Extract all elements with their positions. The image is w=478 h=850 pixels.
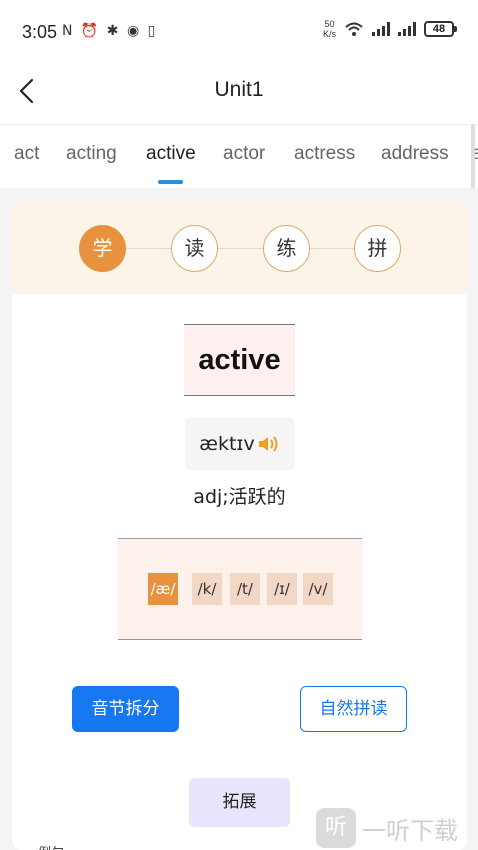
tab-acting[interactable]: acting: [66, 143, 117, 165]
tab-act[interactable]: act: [14, 143, 39, 165]
step-practice[interactable]: 练: [263, 225, 310, 272]
active-tab-indicator: [158, 180, 183, 184]
network-speed: 50 K/s: [323, 19, 336, 39]
phonetic-text: æktɪv: [199, 433, 255, 455]
example-section-peek: 例句: [38, 842, 64, 850]
signal-strength-icon-2: [398, 22, 416, 36]
learning-steps: 学 读 练 拼: [12, 202, 467, 294]
tab-actress[interactable]: actress: [294, 143, 355, 165]
step-learn[interactable]: 学: [79, 225, 126, 272]
tab-address[interactable]: address: [381, 143, 449, 165]
phoneme-chip[interactable]: /ɪ/: [267, 573, 297, 605]
page-title: Unit1: [214, 78, 264, 101]
signal-strength-icon: [372, 22, 390, 36]
step-connector: [126, 248, 176, 249]
watermark-logo: 听: [316, 808, 356, 848]
word-display: active: [184, 324, 295, 396]
battery-icon: 48: [424, 21, 457, 37]
step-spell[interactable]: 拼: [354, 225, 401, 272]
status-time: 3:05: [22, 22, 58, 42]
step-connector: [218, 248, 268, 249]
phoneme-chip[interactable]: /æ/: [148, 573, 178, 605]
speaker-icon: [258, 436, 278, 452]
phoneme-chip[interactable]: /t/: [230, 573, 260, 605]
header: Unit1: [0, 64, 478, 120]
syllable-split-button[interactable]: 音节拆分: [72, 686, 179, 732]
phoneme-chip[interactable]: /v/: [303, 573, 333, 605]
phoneme-breakdown: /æ/ /k/ /t/ /ɪ/ /v/: [118, 538, 362, 640]
step-connector: [309, 248, 359, 249]
natural-phonics-button[interactable]: 自然拼读: [300, 686, 407, 732]
status-right-group: 50 K/s 48: [323, 19, 457, 39]
tabs-scrollbar[interactable]: [471, 124, 475, 188]
phoneme-chip[interactable]: /k/: [192, 573, 222, 605]
watermark-text: 一听下载: [362, 816, 458, 845]
status-indicator-icons: N ⏰ ✱ ◉ ▯: [62, 23, 158, 39]
status-bar: 3:05 N ⏰ ✱ ◉ ▯ 50 K/s 48: [0, 0, 478, 64]
phonetic-play-button[interactable]: æktɪv: [185, 418, 295, 470]
wifi-icon: [345, 22, 363, 36]
network-speed-value: 50: [324, 19, 335, 29]
word-card: 学 读 练 拼 active æktɪv adj;活跃的 /æ/ /k/ /t/…: [12, 202, 467, 850]
expand-button[interactable]: 拓展: [189, 778, 290, 827]
word-tabs: act acting active actor actress address …: [0, 124, 478, 188]
tab-actor[interactable]: actor: [223, 143, 265, 165]
word-meaning: adj;活跃的: [193, 486, 286, 508]
tab-active[interactable]: active: [146, 143, 196, 165]
network-speed-unit: K/s: [322, 29, 336, 39]
watermark: 听 一听下载: [316, 808, 458, 848]
step-read[interactable]: 读: [171, 225, 218, 272]
